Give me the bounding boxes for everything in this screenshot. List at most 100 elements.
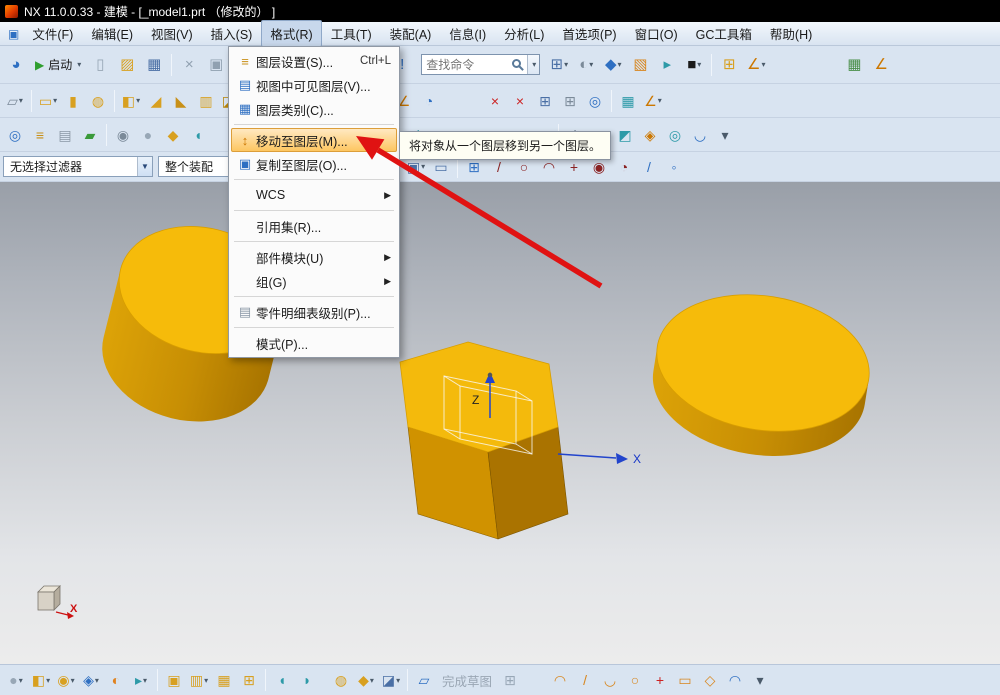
- more-curves-icon[interactable]: ▾: [713, 123, 737, 147]
- sphere-tool-icon[interactable]: ●: [136, 123, 160, 147]
- cylinder-right-solid[interactable]: [643, 280, 879, 471]
- graphics-viewport[interactable]: Z X X: [0, 182, 1000, 664]
- menu-GC工具箱[interactable]: GC工具箱: [687, 20, 761, 47]
- menu-分析(L)[interactable]: 分析(L): [495, 20, 553, 47]
- arrangements-icon[interactable]: ◆▾: [354, 668, 378, 692]
- grid-icon[interactable]: ⊞: [558, 89, 582, 113]
- selection-filter-combo[interactable]: 无选择过滤器 ▼: [3, 156, 153, 177]
- orient-view-icon[interactable]: ◆▾: [600, 51, 626, 78]
- render-style-icon[interactable]: ◐▾: [573, 51, 599, 78]
- snap-ball-icon[interactable]: ●▾: [4, 668, 28, 692]
- remember-constraints-icon[interactable]: ◐: [104, 668, 128, 692]
- menu-item-图层类别(C)...[interactable]: ▦图层类别(C)...: [231, 97, 397, 121]
- menu-item-模式(P)...[interactable]: 模式(P)...: [231, 331, 397, 355]
- arc-tool-icon[interactable]: ◡: [598, 668, 622, 692]
- menu-信息(I)[interactable]: 信息(I): [440, 20, 495, 47]
- component-icon[interactable]: ◆: [161, 123, 185, 147]
- axis-orient-icon[interactable]: ∠▾: [641, 89, 665, 113]
- sequence-icon[interactable]: ◍: [329, 668, 353, 692]
- role-icon[interactable]: ◕: [3, 51, 29, 78]
- direct-sketch-icon[interactable]: ▱▾: [3, 89, 27, 113]
- snap-midpoint-icon[interactable]: ◦: [662, 155, 686, 179]
- menu-item-WCS[interactable]: WCS▶: [231, 183, 397, 207]
- menu-item-移动至图层(M)...[interactable]: ↕移动至图层(M)...: [231, 128, 397, 152]
- line-tool-icon[interactable]: /: [573, 668, 597, 692]
- window-icon[interactable]: ⊞: [533, 89, 557, 113]
- menu-item-图层设置(S)...[interactable]: ≡图层设置(S)...Ctrl+L: [231, 49, 397, 73]
- search-input[interactable]: [422, 58, 510, 72]
- chamfer-icon[interactable]: ◣: [169, 89, 193, 113]
- shell-icon[interactable]: ▥: [194, 89, 218, 113]
- analysis-icon[interactable]: ◔: [417, 89, 441, 113]
- menu-item-复制至图层(O)...[interactable]: ▣复制至图层(O)...: [231, 152, 397, 176]
- finish-sketch-label[interactable]: 完成草图: [442, 671, 492, 690]
- open-file-icon[interactable]: ▨: [114, 51, 140, 78]
- circle-tool-icon[interactable]: ○: [623, 668, 647, 692]
- show-hide-icon[interactable]: ▸: [654, 51, 680, 78]
- layers-icon[interactable]: ≡: [28, 123, 52, 147]
- cut-icon[interactable]: ×: [176, 51, 202, 78]
- menu-装配(A)[interactable]: 装配(A): [381, 20, 441, 47]
- true-shading-icon[interactable]: ▧: [627, 51, 653, 78]
- assembly-constraints-icon[interactable]: ◈▾: [79, 668, 103, 692]
- menu-首选项(P)[interactable]: 首选项(P): [553, 20, 625, 47]
- add-component-icon[interactable]: ◉▾: [54, 668, 78, 692]
- extrude-icon[interactable]: ▮: [61, 89, 85, 113]
- sheets-icon[interactable]: ▤: [53, 123, 77, 147]
- menu-格式(R)[interactable]: 格式(R): [261, 20, 321, 47]
- snap-midline-icon[interactable]: /: [637, 155, 661, 179]
- intersect-curve-icon[interactable]: ◈: [638, 123, 662, 147]
- search-icon[interactable]: [512, 59, 521, 68]
- background-swatch-icon[interactable]: ■▾: [681, 51, 707, 78]
- polygon-tool-icon[interactable]: ◇: [698, 668, 722, 692]
- assembly-cut-icon[interactable]: ◪▾: [379, 668, 403, 692]
- menu-文件(F)[interactable]: 文件(F): [23, 20, 82, 47]
- menu-帮助(H)[interactable]: 帮助(H): [761, 20, 821, 47]
- search-dropdown-button[interactable]: ▾: [527, 55, 539, 74]
- pattern-component-icon[interactable]: ▣: [162, 668, 186, 692]
- menu-item-部件模块(U)[interactable]: 部件模块(U)▶: [231, 245, 397, 269]
- window-layout-icon[interactable]: ⊞▾: [546, 51, 572, 78]
- revolve-icon[interactable]: ◍: [86, 89, 110, 113]
- move-component-icon[interactable]: ◧▾: [29, 668, 53, 692]
- delete-icon[interactable]: ×: [483, 89, 507, 113]
- edge-blend-icon[interactable]: ◢: [144, 89, 168, 113]
- datum-grid-icon[interactable]: ▦: [616, 89, 640, 113]
- gear-icon[interactable]: ◉: [111, 123, 135, 147]
- point-tool-icon[interactable]: +: [648, 668, 672, 692]
- menu-编辑(E)[interactable]: 编辑(E): [82, 20, 142, 47]
- snap-quadrant-icon[interactable]: ◔: [612, 155, 636, 179]
- pencil-icon[interactable]: ▰: [78, 123, 102, 147]
- menu-item-视图中可见图层(V)...[interactable]: ▤视图中可见图层(V)...: [231, 73, 397, 97]
- rectangle-tool-icon[interactable]: ▭: [673, 668, 697, 692]
- interpart-link-icon[interactable]: ◖: [270, 668, 294, 692]
- new-file-icon[interactable]: ▯: [87, 51, 113, 78]
- bridge-curve-icon[interactable]: ◡: [688, 123, 712, 147]
- refresh-icon[interactable]: ◎: [3, 123, 27, 147]
- hex-prism-solid[interactable]: [400, 342, 568, 539]
- finish-sketch-icon[interactable]: ▱: [412, 668, 436, 692]
- project-curve-icon[interactable]: ◩: [613, 123, 637, 147]
- menu-工具(T)[interactable]: 工具(T): [322, 20, 381, 47]
- menu-item-组(G)[interactable]: 组(G)▶: [231, 269, 397, 293]
- move-object-icon[interactable]: ⊞: [716, 51, 742, 78]
- mirror-assembly-icon[interactable]: ▥▾: [187, 668, 211, 692]
- menu-窗口(O)[interactable]: 窗口(O): [626, 20, 687, 47]
- copy-icon[interactable]: ▣: [203, 51, 229, 78]
- wcs-dynamics-icon[interactable]: ∠: [868, 51, 894, 78]
- exploded-views-icon[interactable]: ⊞: [237, 668, 261, 692]
- suppress-component-icon[interactable]: ▦: [212, 668, 236, 692]
- menu-item-零件明细表级别(P)...[interactable]: ▤零件明细表级别(P)...: [231, 300, 397, 324]
- datum-plane-icon[interactable]: ▭▾: [36, 89, 60, 113]
- menu-视图(V)[interactable]: 视图(V): [142, 20, 202, 47]
- menu-item-引用集(R)...[interactable]: 引用集(R)...: [231, 214, 397, 238]
- save-icon[interactable]: ▦: [141, 51, 167, 78]
- measure-distance-icon[interactable]: ∠▾: [743, 51, 769, 78]
- more-tools-icon[interactable]: ▾: [748, 668, 772, 692]
- offset-curve-icon[interactable]: ◎: [663, 123, 687, 147]
- unite-icon[interactable]: ◧▾: [119, 89, 143, 113]
- studio-spline-icon[interactable]: ◠: [723, 668, 747, 692]
- wave-icon[interactable]: ◖: [186, 123, 210, 147]
- wave-geometry-icon[interactable]: ▸▾: [129, 668, 153, 692]
- profile-icon[interactable]: ◠: [548, 668, 572, 692]
